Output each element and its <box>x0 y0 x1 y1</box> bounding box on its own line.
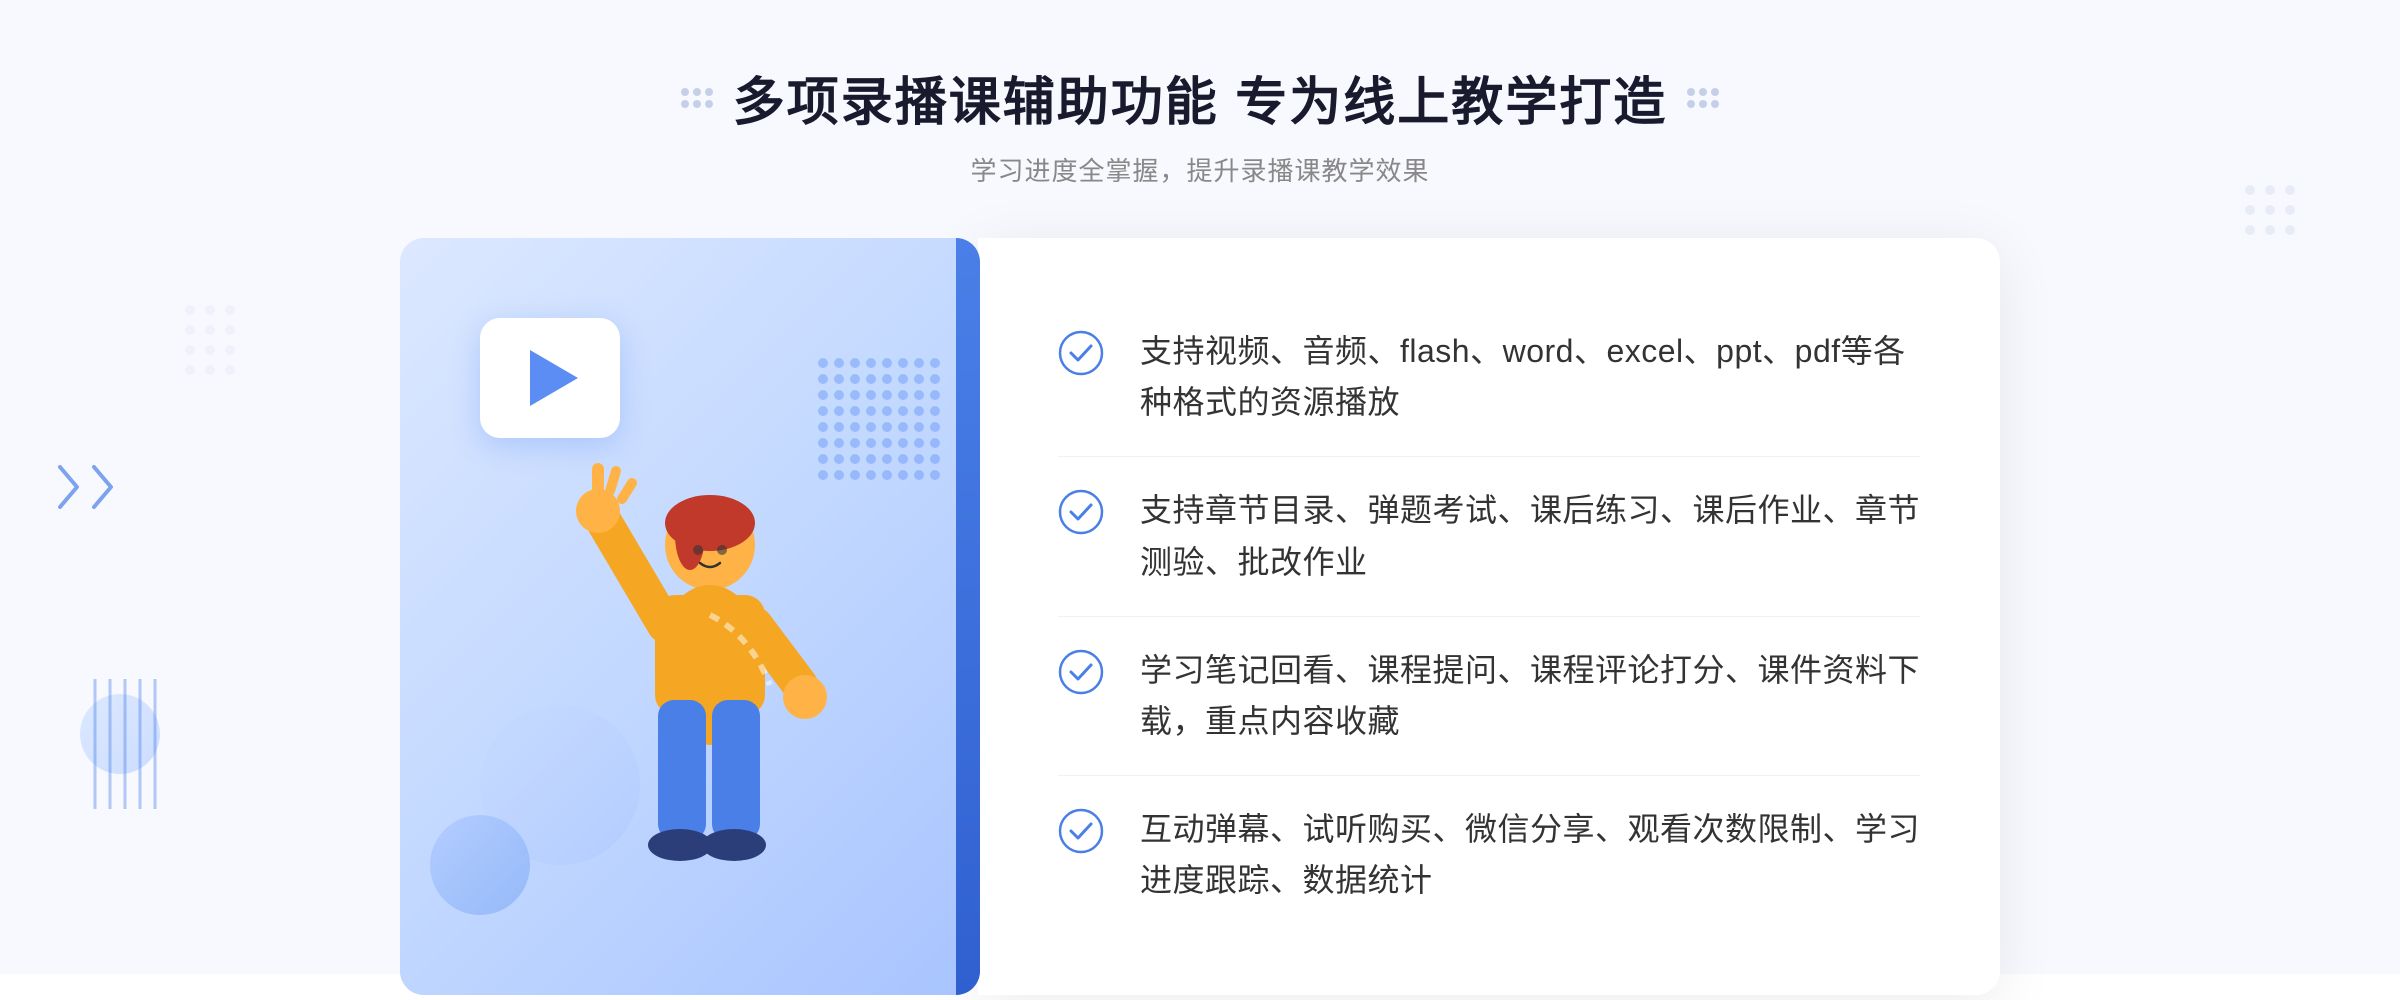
title-right-decoration <box>1687 88 1719 108</box>
bg-lines-left <box>90 679 160 814</box>
feature-text-2: 支持章节目录、弹题考试、课后练习、课后作业、章节测验、批改作业 <box>1140 485 1920 587</box>
header-section: 多项录播课辅助功能 专为线上教学打造 学习进度全掌握，提升录播课教学效果 <box>681 60 1719 188</box>
page-container: 多项录播课辅助功能 专为线上教学打造 学习进度全掌握，提升录播课教学效果 <box>0 0 2400 974</box>
features-panel: 支持视频、音频、flash、word、excel、ppt、pdf等各种格式的资源… <box>978 238 2000 995</box>
check-circle-icon-4 <box>1058 808 1104 854</box>
play-icon <box>530 350 578 406</box>
feature-item-4: 互动弹幕、试听购买、微信分享、观看次数限制、学习进度跟踪、数据统计 <box>1058 776 1920 934</box>
feature-text-1: 支持视频、音频、flash、word、excel、ppt、pdf等各种格式的资源… <box>1140 326 1920 428</box>
character-illustration <box>510 455 870 995</box>
content-area: 支持视频、音频、flash、word、excel、ppt、pdf等各种格式的资源… <box>400 238 2000 995</box>
illustration-panel <box>400 238 980 995</box>
feature-item-3: 学习笔记回看、课程提问、课程评论打分、课件资料下载，重点内容收藏 <box>1058 617 1920 776</box>
blue-accent-bar <box>956 238 980 995</box>
title-row: 多项录播课辅助功能 专为线上教学打造 <box>681 60 1719 135</box>
title-left-decoration <box>681 88 713 108</box>
page-main-title: 多项录播课辅助功能 专为线上教学打造 <box>733 60 1667 135</box>
check-circle-icon-3 <box>1058 649 1104 695</box>
check-circle-icon-1 <box>1058 330 1104 376</box>
feature-item-1: 支持视频、音频、flash、word、excel、ppt、pdf等各种格式的资源… <box>1058 298 1920 457</box>
feature-text-3: 学习笔记回看、课程提问、课程评论打分、课件资料下载，重点内容收藏 <box>1140 645 1920 747</box>
play-bubble <box>480 318 620 438</box>
feature-item-2: 支持章节目录、弹题考试、课后练习、课后作业、章节测验、批改作业 <box>1058 457 1920 616</box>
page-chevrons-left <box>55 462 119 512</box>
bg-dots-left <box>180 300 300 480</box>
feature-text-4: 互动弹幕、试听购买、微信分享、观看次数限制、学习进度跟踪、数据统计 <box>1140 804 1920 906</box>
corner-dots-right <box>2240 180 2340 305</box>
check-circle-icon-2 <box>1058 489 1104 535</box>
page-sub-title: 学习进度全掌握，提升录播课教学效果 <box>681 151 1719 188</box>
